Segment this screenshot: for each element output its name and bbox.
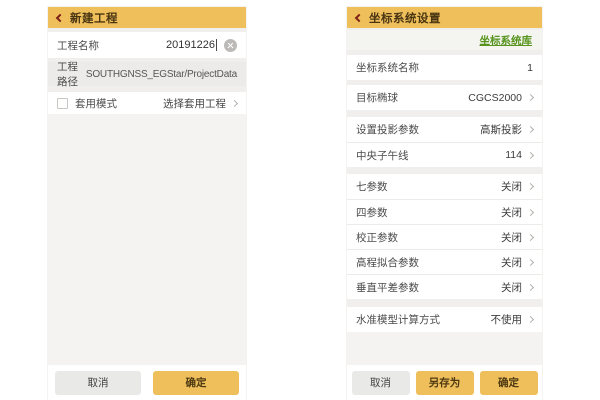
new-project-screen: 新建工程 工程名称 20191226 工程路径 SOUTHGNSS_EGStar… xyxy=(48,7,246,400)
chevron-right-icon xyxy=(526,182,535,191)
row-seven-params[interactable]: 七参数 关闭 xyxy=(347,174,542,199)
row-value: 不使用 xyxy=(490,314,523,326)
chevron-right-icon xyxy=(526,93,535,102)
empty-content-area xyxy=(347,332,542,365)
row-value: 高斯投影 xyxy=(480,124,522,136)
coordinate-library-link[interactable]: 坐标系统库 xyxy=(480,33,533,48)
row-four-params[interactable]: 四参数 关闭 xyxy=(347,199,542,224)
row-label: 水准模型计算方式 xyxy=(356,314,440,326)
header-new-project: 新建工程 xyxy=(48,7,246,28)
chevron-right-icon xyxy=(526,208,535,216)
row-value: 关闭 xyxy=(501,281,522,294)
screenshot-canvas: 新建工程 工程名称 20191226 工程路径 SOUTHGNSS_EGStar… xyxy=(0,0,600,400)
row-value: 114 xyxy=(505,149,522,161)
page-title: 新建工程 xyxy=(70,12,118,25)
row-value: 1 xyxy=(527,61,533,74)
chevron-right-icon xyxy=(526,233,535,241)
settings-group: 坐标系统名称 1 xyxy=(347,55,542,80)
row-label: 四参数 xyxy=(356,206,388,219)
ok-button[interactable]: 确定 xyxy=(153,371,239,395)
row-central-meridian[interactable]: 中央子午线 114 xyxy=(347,142,542,167)
chevron-right-icon xyxy=(526,125,535,134)
apply-mode-checkbox[interactable] xyxy=(57,97,68,109)
apply-mode-row: 套用模式 选择套用工程 xyxy=(48,92,246,114)
cancel-button[interactable]: 取消 xyxy=(55,371,141,395)
row-target-ellipsoid[interactable]: 目标椭球 CGCS2000 xyxy=(347,85,542,110)
row-label: 七参数 xyxy=(356,181,388,193)
row-value: 关闭 xyxy=(501,206,522,219)
row-label: 坐标系统名称 xyxy=(356,62,419,74)
row-elevation-fitting-params[interactable]: 高程拟合参数 关闭 xyxy=(347,249,542,274)
cancel-button[interactable]: 取消 xyxy=(351,371,410,395)
select-apply-project-link[interactable]: 选择套用工程 xyxy=(163,96,226,111)
row-value: 关闭 xyxy=(501,231,522,244)
row-label: 垂直平差参数 xyxy=(356,281,419,294)
project-path-value: SOUTHGNSS_EGStar/ProjectData xyxy=(85,68,237,80)
project-path-label: 工程路径 xyxy=(57,61,78,88)
settings-group: 水准模型计算方式 不使用 xyxy=(347,307,542,332)
back-icon[interactable] xyxy=(55,13,65,22)
settings-group: 设置投影参数 高斯投影 中央子午线 114 xyxy=(347,117,542,167)
row-label: 校正参数 xyxy=(356,231,398,244)
settings-group: 七参数 关闭 四参数 关闭 校正参数 关闭 高程拟合参数 关闭 垂直平差参数 关… xyxy=(347,174,542,299)
clear-input-icon[interactable] xyxy=(224,38,237,52)
chevron-right-icon xyxy=(526,315,535,324)
settings-group: 目标椭球 CGCS2000 xyxy=(347,85,542,110)
apply-mode-label: 套用模式 xyxy=(75,97,117,110)
project-name-input[interactable]: 20191226 xyxy=(166,39,215,51)
footer-actions: 取消 另存为 确定 xyxy=(347,365,542,400)
coordinate-settings-screen: 坐标系统设置 坐标系统库 坐标系统名称 1 目标椭球 CGCS2000 设置投影… xyxy=(347,7,542,400)
row-leveling-model[interactable]: 水准模型计算方式 不使用 xyxy=(347,307,542,332)
ok-button[interactable]: 确定 xyxy=(479,371,538,395)
footer-actions: 取消 确定 xyxy=(48,365,246,400)
row-projection-params[interactable]: 设置投影参数 高斯投影 xyxy=(347,117,542,142)
text-cursor xyxy=(216,39,217,51)
chevron-right-icon xyxy=(526,283,535,291)
row-system-name[interactable]: 坐标系统名称 1 xyxy=(347,55,542,80)
page-title: 坐标系统设置 xyxy=(369,12,441,25)
row-vertical-adjustment-params[interactable]: 垂直平差参数 关闭 xyxy=(347,274,542,299)
chevron-right-icon xyxy=(526,258,535,266)
row-value: CGCS2000 xyxy=(468,91,522,104)
save-as-button[interactable]: 另存为 xyxy=(415,371,474,395)
row-label: 设置投影参数 xyxy=(356,124,419,136)
row-correction-params[interactable]: 校正参数 关闭 xyxy=(347,224,542,249)
library-link-row: 坐标系统库 xyxy=(347,30,542,50)
project-path-row: 工程路径 SOUTHGNSS_EGStar/ProjectData xyxy=(48,61,246,88)
project-name-label: 工程名称 xyxy=(57,39,99,52)
empty-content-area xyxy=(48,114,246,365)
row-label: 目标椭球 xyxy=(356,92,398,104)
row-value: 关闭 xyxy=(501,256,522,269)
row-label: 中央子午线 xyxy=(356,149,409,162)
header-coordinate-settings: 坐标系统设置 xyxy=(347,7,542,28)
row-value: 关闭 xyxy=(501,181,522,193)
chevron-right-icon xyxy=(526,151,535,159)
row-label: 高程拟合参数 xyxy=(356,256,419,269)
back-icon[interactable] xyxy=(354,13,364,22)
chevron-right-icon xyxy=(230,99,239,107)
project-name-row[interactable]: 工程名称 20191226 xyxy=(48,32,246,58)
